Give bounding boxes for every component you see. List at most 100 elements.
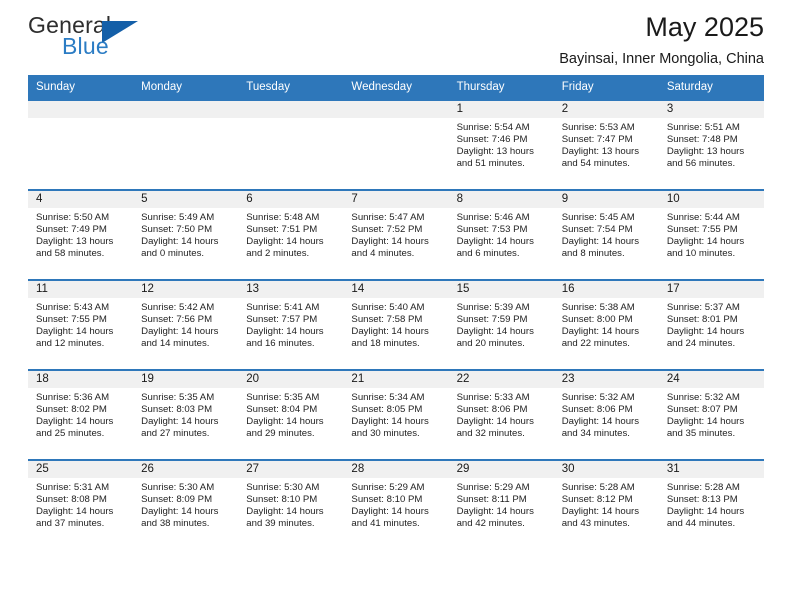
calendar-day-cell[interactable]: 27 Sunrise: 5:30 AM Sunset: 8:10 PM Dayligh…: [238, 459, 344, 550]
day-details: Sunrise: 5:42 AM Sunset: 7:56 PM Daylight:…: [133, 298, 238, 350]
calendar-day-cell[interactable]: 18 Sunrise: 5:36 AM Sunset: 8:02 PM Dayligh…: [28, 369, 134, 460]
day-number: 14: [343, 281, 449, 298]
calendar-day-cell[interactable]: 4 Sunrise: 5:50 AM Sunset: 7:49 PM Daylight…: [28, 189, 134, 280]
sunset-text: Sunset: 8:01 PM: [666, 314, 738, 326]
sunrise-text: Sunrise: 5:33 AM: [456, 392, 530, 403]
day-details: Sunrise: 5:32 AM Sunset: 8:06 PM Daylight:…: [554, 388, 659, 440]
day-number: [238, 101, 344, 118]
day-details: Sunrise: 5:31 AM Sunset: 8:08 PM Daylight:…: [28, 478, 133, 530]
general-blue-logo[interactable]: General Blue: [28, 12, 238, 66]
calendar-week-row: 1 Sunrise: 5:54 AM Sunset: 7:46 PM Daylight…: [28, 99, 764, 190]
day-cell-inner: 30 Sunrise: 5:28 AM Sunset: 8:12 PM Dayligh…: [553, 461, 659, 550]
calendar-day-cell[interactable]: 10 Sunrise: 5:44 AM Sunset: 7:55 PM Dayligh…: [658, 189, 764, 280]
calendar-day-cell[interactable]: 3 Sunrise: 5:51 AM Sunset: 7:48 PM Daylight…: [658, 99, 764, 190]
daylight-text-line2: and 25 minutes.: [36, 428, 105, 440]
sunrise-text: Sunrise: 5:54 AM: [456, 122, 530, 133]
day-details: Sunrise: 5:44 AM Sunset: 7:55 PM Daylight:…: [659, 208, 764, 260]
weekday-header-wednesday: Wednesday: [343, 75, 449, 100]
calendar-day-cell[interactable]: 12 Sunrise: 5:42 AM Sunset: 7:56 PM Dayligh…: [133, 279, 239, 370]
day-cell-inner: 22 Sunrise: 5:33 AM Sunset: 8:06 PM Dayligh…: [448, 371, 554, 459]
sunset-text: Sunset: 8:06 PM: [561, 404, 633, 416]
calendar-day-cell[interactable]: 15 Sunrise: 5:39 AM Sunset: 7:59 PM Dayligh…: [448, 279, 554, 370]
calendar-day-cell[interactable]: 1 Sunrise: 5:54 AM Sunset: 7:46 PM Daylight…: [448, 99, 554, 190]
day-cell-inner: 1 Sunrise: 5:54 AM Sunset: 7:46 PM Daylight…: [448, 101, 554, 189]
calendar-day-cell[interactable]: 21 Sunrise: 5:34 AM Sunset: 8:05 PM Dayligh…: [343, 369, 449, 460]
calendar-day-cell[interactable]: 28 Sunrise: 5:29 AM Sunset: 8:10 PM Dayligh…: [343, 459, 449, 550]
daylight-text-line1: Daylight: 13 hours: [36, 236, 114, 248]
day-number: 6: [238, 191, 344, 208]
logo-text-blue: Blue: [62, 33, 109, 59]
sunset-text: Sunset: 8:12 PM: [561, 494, 633, 506]
calendar-day-cell[interactable]: 22 Sunrise: 5:33 AM Sunset: 8:06 PM Dayligh…: [448, 369, 554, 460]
sunset-text: Sunset: 7:59 PM: [456, 314, 528, 326]
calendar-day-cell[interactable]: 13 Sunrise: 5:41 AM Sunset: 7:57 PM Dayligh…: [238, 279, 344, 370]
calendar-day-cell[interactable]: 7 Sunrise: 5:47 AM Sunset: 7:52 PM Daylight…: [343, 189, 449, 280]
weekday-header-thursday: Thursday: [448, 75, 554, 100]
calendar-day-cell[interactable]: 25 Sunrise: 5:31 AM Sunset: 8:08 PM Dayligh…: [28, 459, 134, 550]
title-block: May 2025 Bayinsai, Inner Mongolia, China: [559, 0, 764, 68]
day-cell-inner: 26 Sunrise: 5:30 AM Sunset: 8:09 PM Dayligh…: [133, 461, 239, 550]
calendar-week-row: 25 Sunrise: 5:31 AM Sunset: 8:08 PM Dayligh…: [28, 459, 764, 550]
calendar-header-row: Sunday Monday Tuesday Wednesday Thursday…: [28, 75, 764, 100]
day-cell-inner: 28 Sunrise: 5:29 AM Sunset: 8:10 PM Dayligh…: [343, 461, 449, 550]
day-number: 30: [553, 461, 659, 478]
daylight-text-line2: and 56 minutes.: [666, 158, 736, 170]
calendar-body: 1 Sunrise: 5:54 AM Sunset: 7:46 PM Daylight…: [28, 99, 764, 550]
calendar-day-cell[interactable]: 23 Sunrise: 5:32 AM Sunset: 8:06 PM Dayligh…: [553, 369, 659, 460]
daylight-text-line1: Daylight: 14 hours: [141, 236, 219, 248]
calendar-week-row: 18 Sunrise: 5:36 AM Sunset: 8:02 PM Dayligh…: [28, 369, 764, 460]
calendar-day-cell[interactable]: 31 Sunrise: 5:28 AM Sunset: 8:13 PM Dayligh…: [658, 459, 764, 550]
daylight-text-line2: and 10 minutes.: [666, 248, 736, 260]
day-number: 22: [448, 371, 554, 388]
day-details: Sunrise: 5:30 AM Sunset: 8:09 PM Daylight:…: [133, 478, 238, 530]
calendar-day-cell-empty: [343, 99, 449, 190]
sunset-text: Sunset: 7:47 PM: [561, 134, 633, 146]
sunset-text: Sunset: 7:53 PM: [456, 224, 528, 236]
day-details: Sunrise: 5:35 AM Sunset: 8:03 PM Daylight:…: [133, 388, 238, 440]
day-number: 20: [238, 371, 344, 388]
day-cell-inner: [133, 101, 239, 189]
calendar-day-cell[interactable]: 26 Sunrise: 5:30 AM Sunset: 8:09 PM Dayligh…: [133, 459, 239, 550]
day-details: Sunrise: 5:37 AM Sunset: 8:01 PM Daylight:…: [659, 298, 764, 350]
weekday-header-friday: Friday: [553, 75, 659, 100]
day-cell-inner: 18 Sunrise: 5:36 AM Sunset: 8:02 PM Dayligh…: [28, 371, 134, 459]
daylight-text-line1: Daylight: 14 hours: [351, 506, 429, 518]
daylight-text-line1: Daylight: 13 hours: [666, 146, 745, 158]
daylight-text-line2: and 16 minutes.: [246, 338, 315, 350]
calendar-day-cell[interactable]: 8 Sunrise: 5:46 AM Sunset: 7:53 PM Daylight…: [448, 189, 554, 280]
calendar-day-cell[interactable]: 2 Sunrise: 5:53 AM Sunset: 7:47 PM Daylight…: [553, 99, 659, 190]
calendar-day-cell[interactable]: 11 Sunrise: 5:43 AM Sunset: 7:55 PM Dayligh…: [28, 279, 134, 370]
daylight-text-line1: Daylight: 14 hours: [246, 506, 324, 518]
calendar-day-cell[interactable]: 14 Sunrise: 5:40 AM Sunset: 7:58 PM Dayligh…: [343, 279, 449, 370]
day-details: Sunrise: 5:48 AM Sunset: 7:51 PM Daylight:…: [238, 208, 343, 260]
calendar-day-cell[interactable]: 24 Sunrise: 5:32 AM Sunset: 8:07 PM Dayligh…: [658, 369, 764, 460]
day-cell-inner: 14 Sunrise: 5:40 AM Sunset: 7:58 PM Dayligh…: [343, 281, 449, 369]
daylight-text-line2: and 27 minutes.: [141, 428, 210, 440]
day-details: Sunrise: 5:50 AM Sunset: 7:49 PM Daylight:…: [28, 208, 133, 260]
daylight-text-line2: and 34 minutes.: [561, 428, 630, 440]
calendar-day-cell[interactable]: 19 Sunrise: 5:35 AM Sunset: 8:03 PM Dayligh…: [133, 369, 239, 460]
daylight-text-line1: Daylight: 14 hours: [246, 416, 324, 428]
daylight-text-line2: and 6 minutes.: [456, 248, 520, 260]
daylight-text-line1: Daylight: 14 hours: [141, 506, 219, 518]
calendar-day-cell[interactable]: 16 Sunrise: 5:38 AM Sunset: 8:00 PM Dayligh…: [553, 279, 659, 370]
daylight-text-line2: and 41 minutes.: [351, 518, 420, 530]
daylight-text-line2: and 58 minutes.: [36, 248, 105, 260]
daylight-text-line1: Daylight: 14 hours: [36, 416, 114, 428]
calendar-day-cell[interactable]: 30 Sunrise: 5:28 AM Sunset: 8:12 PM Dayligh…: [553, 459, 659, 550]
sunrise-text: Sunrise: 5:28 AM: [666, 482, 740, 493]
calendar-grid: Sunday Monday Tuesday Wednesday Thursday…: [28, 75, 764, 550]
calendar-day-cell[interactable]: 20 Sunrise: 5:35 AM Sunset: 8:04 PM Dayligh…: [238, 369, 344, 460]
calendar-day-cell[interactable]: 29 Sunrise: 5:29 AM Sunset: 8:11 PM Dayligh…: [448, 459, 554, 550]
calendar-day-cell[interactable]: 5 Sunrise: 5:49 AM Sunset: 7:50 PM Daylight…: [133, 189, 239, 280]
calendar-day-cell[interactable]: 9 Sunrise: 5:45 AM Sunset: 7:54 PM Daylight…: [553, 189, 659, 280]
day-details: Sunrise: 5:33 AM Sunset: 8:06 PM Daylight:…: [449, 388, 554, 440]
day-number: 18: [28, 371, 134, 388]
calendar-day-cell[interactable]: 6 Sunrise: 5:48 AM Sunset: 7:51 PM Daylight…: [238, 189, 344, 280]
sunset-text: Sunset: 7:52 PM: [351, 224, 423, 236]
day-details: Sunrise: 5:30 AM Sunset: 8:10 PM Daylight:…: [238, 478, 343, 530]
day-cell-inner: 23 Sunrise: 5:32 AM Sunset: 8:06 PM Dayligh…: [553, 371, 659, 459]
daylight-text-line1: Daylight: 14 hours: [456, 416, 534, 428]
calendar-day-cell[interactable]: 17 Sunrise: 5:37 AM Sunset: 8:01 PM Dayligh…: [658, 279, 764, 370]
day-details: Sunrise: 5:35 AM Sunset: 8:04 PM Daylight:…: [238, 388, 343, 440]
